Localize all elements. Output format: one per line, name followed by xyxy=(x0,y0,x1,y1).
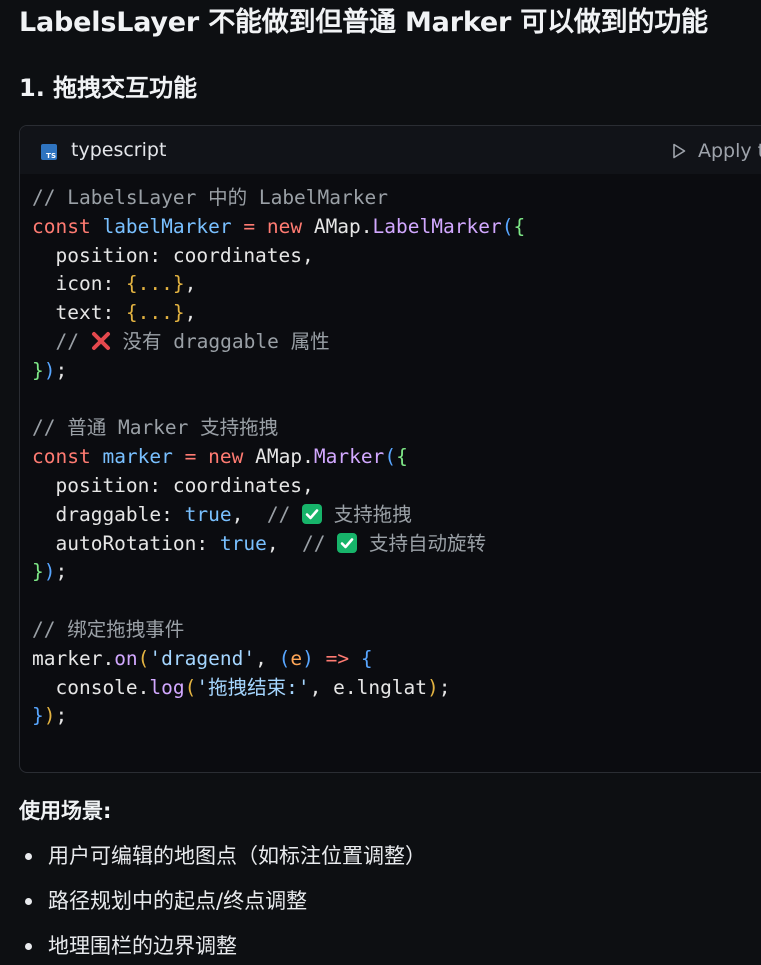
code-line-3: position: coordinates, xyxy=(32,243,314,267)
list-item: 用户可编辑的地图点（如标注位置调整） xyxy=(19,838,426,883)
code-string: '拖拽结束:' xyxy=(196,675,310,699)
section-heading: 1. 拖拽交互功能 xyxy=(19,74,198,102)
code-line-4: icon: {...}, xyxy=(32,272,197,296)
code-line-6: }); xyxy=(32,358,68,382)
bullet-icon xyxy=(25,898,32,905)
page: LabelsLayer 不能做到但普通 Marker 可以做到的功能 1. 拖拽… xyxy=(0,0,761,965)
code-comment: // 绑定拖拽事件 xyxy=(32,617,185,641)
bullet-icon xyxy=(25,943,32,950)
code-comment: // 普通 Marker 支持拖拽 xyxy=(32,416,279,440)
scenarios-list: 用户可编辑的地图点（如标注位置调整） 路径规划中的起点/终点调整 地理围栏的边界… xyxy=(19,838,426,965)
code-line-18: }); xyxy=(32,704,68,728)
code-line-10: position: coordinates, xyxy=(32,473,314,497)
cross-mark-icon xyxy=(91,331,111,351)
typescript-icon-label: TS xyxy=(46,152,56,160)
code-comment: // LabelsLayer 中的 LabelMarker xyxy=(32,186,388,209)
list-item: 路径规划中的起点/终点调整 xyxy=(19,883,426,928)
code-line-1: // LabelsLayer 中的 LabelMarker xyxy=(32,184,525,213)
code-line-4b: text: {...}, xyxy=(32,301,197,325)
code-line-9: const marker = new AMap.Marker({ xyxy=(32,445,408,469)
code-content[interactable]: // LabelsLayer 中的 LabelMarker const label… xyxy=(32,184,525,731)
page-title: LabelsLayer 不能做到但普通 Marker 可以做到的功能 xyxy=(19,7,708,38)
apply-button[interactable]: Apply to xyxy=(672,139,761,163)
code-comment: 支持自动旋转 xyxy=(357,531,487,555)
code-line-2: const labelMarker = new AMap.LabelMarker… xyxy=(32,214,526,238)
play-icon xyxy=(673,143,686,159)
code-line-12: autoRotation: true, // 支持自动旋转 xyxy=(32,531,487,555)
list-item-text: 路径规划中的起点/终点调整 xyxy=(48,889,308,913)
list-item: 地理围栏的边界调整 xyxy=(19,928,426,965)
list-item-text: 用户可编辑的地图点（如标注位置调整） xyxy=(48,844,426,868)
list-item-text: 地理围栏的边界调整 xyxy=(48,934,237,958)
bullet-icon xyxy=(25,853,32,860)
code-comment: 没有 draggable 属性 xyxy=(110,329,330,353)
code-line-13: }); xyxy=(32,560,68,584)
code-line-5: // 没有 draggable 属性 xyxy=(32,328,525,357)
code-line-16: marker.on('dragend', (e) => { xyxy=(32,646,373,670)
scenarios-title: 使用场景: xyxy=(19,799,112,823)
code-line-11: draggable: true, // 支持拖拽 xyxy=(32,502,412,526)
check-mark-icon xyxy=(302,503,323,524)
typescript-icon: TS xyxy=(41,144,57,160)
code-block: TS typescript Apply to // LabelsLayer 中的… xyxy=(19,125,761,773)
code-line-15: // 绑定拖拽事件 xyxy=(32,616,525,645)
code-comment-pre: // xyxy=(55,329,91,353)
code-block-header: TS typescript Apply to xyxy=(20,126,761,174)
code-line-17: console.log('拖拽结束:', e.lnglat); xyxy=(32,675,451,699)
apply-button-label: Apply to xyxy=(698,140,761,162)
check-mark-icon xyxy=(337,532,358,553)
code-line-8: // 普通 Marker 支持拖拽 xyxy=(32,414,525,443)
code-comment: 支持拖拽 xyxy=(322,502,412,526)
code-language-label: typescript xyxy=(71,139,167,161)
